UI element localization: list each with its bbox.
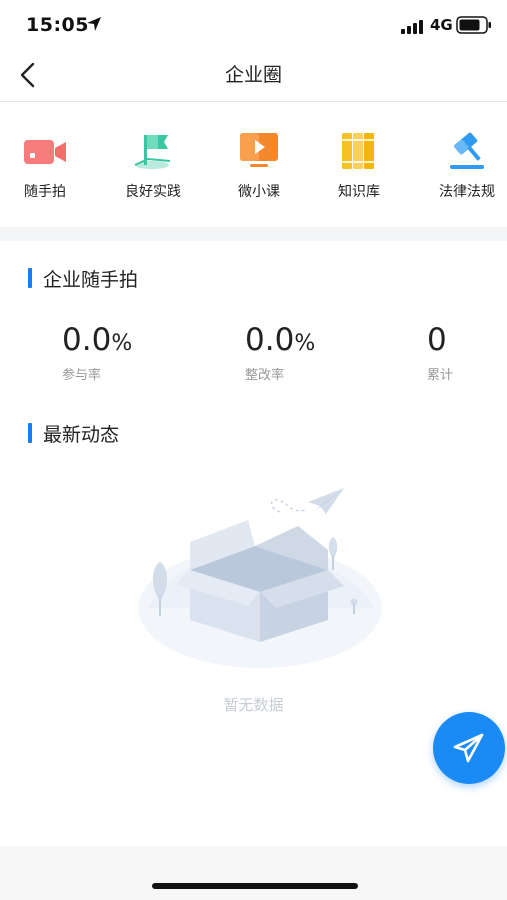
empty-box-icon (138, 488, 382, 668)
shortcut-label: 随手拍 (24, 184, 66, 200)
video-camera-icon (24, 140, 66, 164)
shortcut-label: 微小课 (238, 184, 280, 200)
shortcut-snapshot[interactable]: 随手拍 (0, 125, 90, 215)
shortcut-knowledge-base[interactable]: 知识库 (314, 125, 404, 215)
stat-caption: 整改率 (245, 368, 285, 383)
shortcut-good-practice[interactable]: 良好实践 (108, 125, 198, 215)
status-time: 15:05 (26, 14, 89, 36)
gavel-icon (450, 132, 484, 169)
stat-total: 0 累计 (427, 322, 507, 383)
flag-icon (134, 135, 171, 169)
shortcut-laws[interactable]: 法律法规 (422, 125, 507, 215)
empty-state-text: 暂无数据 (223, 696, 284, 714)
stat-caption: 参与率 (62, 368, 102, 383)
stat-value: 0 (427, 322, 447, 358)
stat-participation: 0.0% 参与率 (62, 322, 182, 383)
status-bar: 15:05 4G (0, 0, 507, 48)
section-divider (0, 227, 507, 241)
stat-rectification: 0.0% 整改率 (245, 322, 365, 383)
stat-caption: 累计 (427, 368, 454, 383)
shortcut-label: 知识库 (338, 184, 380, 200)
shortcut-micro-course[interactable]: 微小课 (214, 125, 304, 215)
network-type: 4G (430, 16, 453, 34)
stat-value: 0.0% (245, 322, 316, 358)
nav-bar: 企业圈 (0, 48, 507, 102)
section-accent-bar (28, 423, 32, 443)
page-title: 企业圈 (224, 64, 282, 86)
send-fab-button[interactable] (433, 712, 505, 784)
location-arrow-icon (87, 17, 101, 31)
home-indicator (152, 883, 358, 889)
bottom-safe-area (0, 846, 507, 900)
shortcut-label: 法律法规 (439, 184, 495, 200)
paper-plane-icon (453, 733, 484, 763)
signal-bars-icon (401, 20, 423, 34)
stat-value: 0.0% (62, 322, 133, 358)
books-icon (342, 133, 374, 169)
play-screen-icon (240, 133, 278, 167)
battery-icon (456, 16, 491, 34)
shortcut-label: 良好实践 (125, 184, 181, 200)
section-title: 企业随手拍 (43, 269, 139, 291)
shortcut-row: 随手拍 良好实践 微小课 知识库 法律法规 (0, 103, 507, 227)
section-title: 最新动态 (43, 424, 120, 446)
section-accent-bar (28, 268, 32, 288)
